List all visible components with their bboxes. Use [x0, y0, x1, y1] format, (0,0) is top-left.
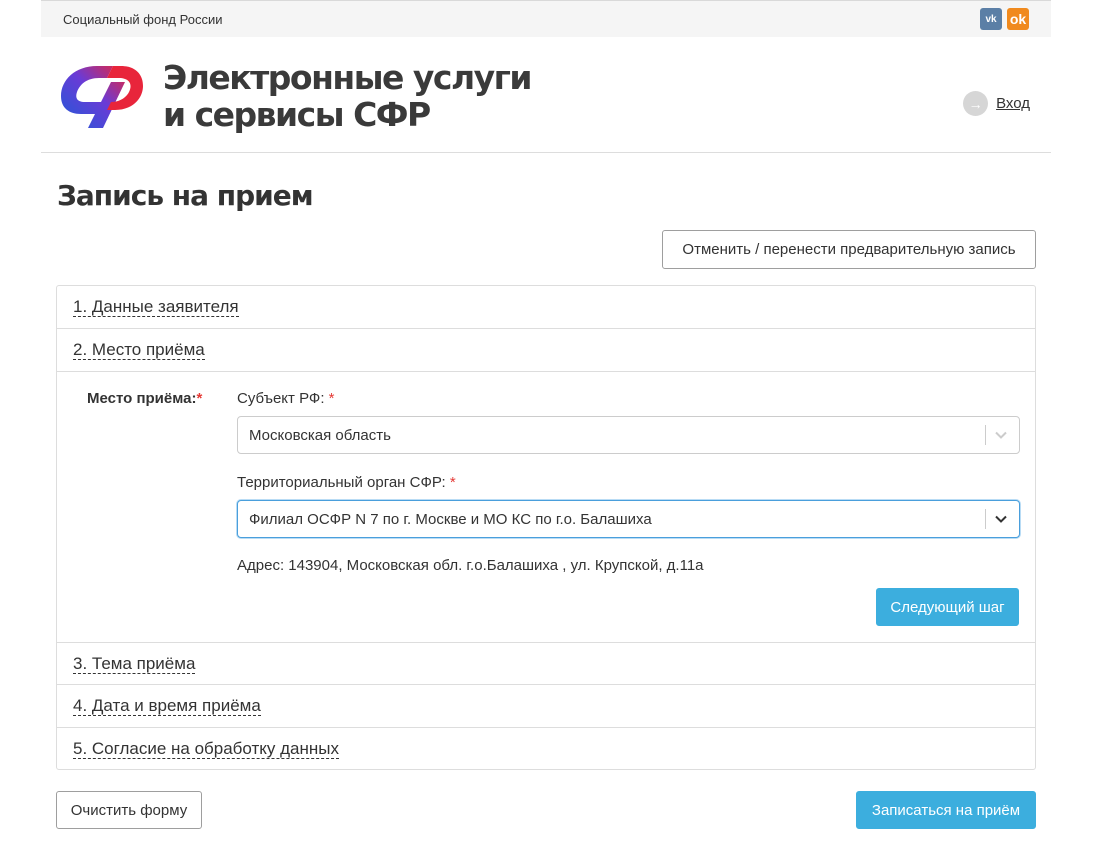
step-label[interactable]: 4. Дата и время приёма [73, 696, 261, 716]
org-name: Социальный фонд России [63, 12, 223, 27]
step-topic[interactable]: 3. Тема приёма [57, 642, 1035, 685]
office-address: Адрес: 143904, Московская обл. г.о.Балаш… [237, 557, 704, 574]
steps-accordion: 1. Данные заявителя 2. Место приёма Мест… [56, 285, 1036, 770]
select-separator [985, 509, 986, 529]
place-main-label: Место приёма:* [87, 390, 203, 407]
submit-appointment-button[interactable]: Записаться на приём [856, 791, 1036, 829]
subject-label: Субъект РФ: * [237, 390, 335, 407]
organ-label: Территориальный орган СФР: * [237, 474, 456, 491]
cancel-reschedule-button[interactable]: Отменить / перенести предварительную зап… [662, 230, 1036, 269]
step-label[interactable]: 3. Тема приёма [73, 654, 196, 674]
chevron-down-icon[interactable] [994, 512, 1008, 526]
select-separator [985, 425, 986, 445]
required-mark: * [196, 390, 203, 407]
step-place[interactable]: 2. Место приёма [57, 329, 1035, 372]
step-label[interactable]: 2. Место приёма [73, 340, 205, 360]
organ-value: Филиал ОСФР N 7 по г. Москве и МО КС по … [249, 511, 652, 528]
organ-select[interactable]: Филиал ОСФР N 7 по г. Москве и МО КС по … [237, 500, 1020, 538]
ok-icon[interactable]: ok [1007, 8, 1029, 30]
login-link[interactable]: → Вход [963, 91, 1030, 116]
subject-value: Московская область [249, 427, 391, 444]
site-title-line1: Электронные услуги [163, 58, 533, 97]
site-title: Электронные услуги и сервисы СФР [163, 58, 533, 134]
site-header: Электронные услуги и сервисы СФР → Вход [41, 37, 1051, 153]
required-mark: * [328, 390, 335, 407]
required-mark: * [449, 474, 456, 491]
site-title-line2: и сервисы СФР [163, 95, 431, 134]
next-step-button[interactable]: Следующий шаг [876, 588, 1019, 626]
step-applicant-data[interactable]: 1. Данные заявителя [57, 286, 1035, 329]
vk-icon[interactable]: vk [980, 8, 1002, 30]
step-label[interactable]: 1. Данные заявителя [73, 297, 239, 317]
step-label[interactable]: 5. Согласие на обработку данных [73, 739, 339, 759]
subject-select[interactable]: Московская область [237, 416, 1020, 454]
clear-form-button[interactable]: Очистить форму [56, 791, 202, 829]
step-consent[interactable]: 5. Согласие на обработку данных [57, 728, 1035, 771]
login-icon[interactable]: → [963, 91, 989, 116]
login-label[interactable]: Вход [996, 95, 1030, 112]
step-date-time[interactable]: 4. Дата и время приёма [57, 685, 1035, 728]
top-bar: Социальный фонд России vk ok [41, 0, 1051, 37]
chevron-down-icon[interactable] [994, 428, 1008, 442]
sfr-logo[interactable] [55, 58, 145, 133]
page-title: Запись на прием [57, 179, 314, 212]
